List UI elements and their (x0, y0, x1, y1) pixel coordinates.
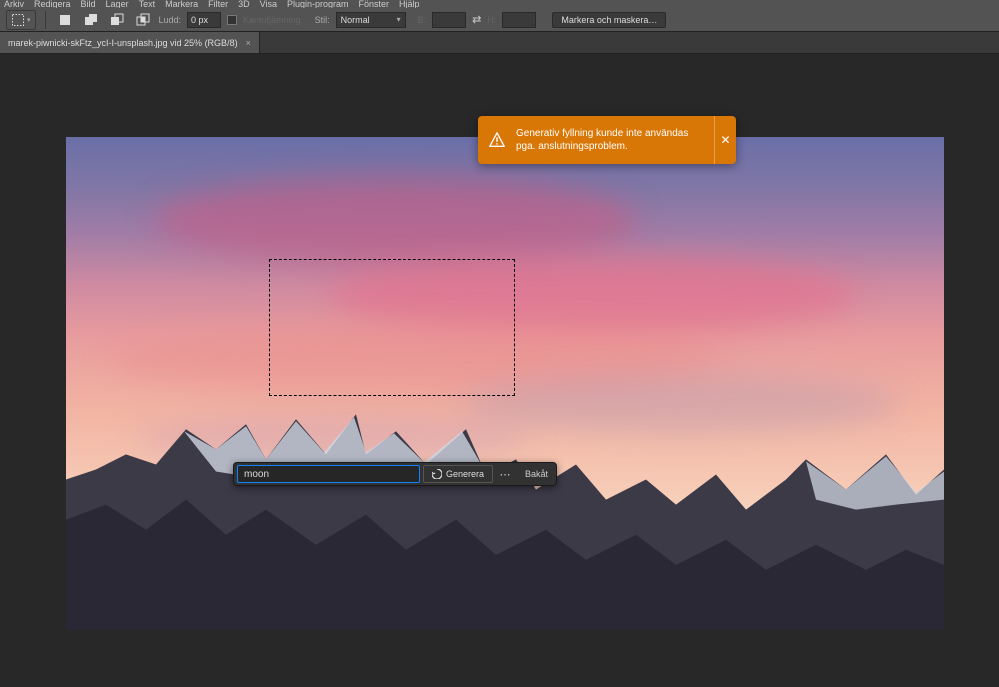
image-mountains (66, 359, 944, 630)
select-and-mask-button[interactable]: Markera och maskera… (552, 12, 666, 28)
width-label: B: (418, 15, 427, 25)
menu-bar: Arkiv Redigera Bild Lager Text Markera F… (0, 0, 999, 8)
selection-new-icon (58, 13, 72, 27)
menu-hjalp[interactable]: Hjälp (399, 0, 420, 8)
style-select[interactable]: Normal (336, 12, 406, 28)
rectangular-marquee-icon (11, 13, 25, 27)
generate-button[interactable]: Generera (423, 465, 493, 483)
options-bar: ▾ Ludd: 0 px Kantutjämning Stil: Normal … (0, 8, 999, 32)
toast-close-button[interactable]: ✕ (714, 116, 736, 164)
image-cloud (154, 176, 637, 265)
document-tab-bar: marek-piwnicki-skFtz_ycI-I-unsplash.jpg … (0, 32, 999, 54)
menu-visa[interactable]: Visa (260, 0, 277, 8)
height-label: H: (487, 15, 496, 25)
width-input (432, 12, 466, 28)
height-input (502, 12, 536, 28)
selection-intersect-icon (136, 13, 150, 27)
chevron-down-icon: ▾ (27, 16, 31, 24)
selection-subtract-icon (110, 13, 124, 27)
anti-alias-checkbox (227, 15, 237, 25)
menu-redigera[interactable]: Redigera (34, 0, 71, 8)
close-tab-icon[interactable]: × (246, 38, 251, 48)
menu-3d[interactable]: 3D (238, 0, 250, 8)
prompt-input[interactable] (237, 465, 420, 483)
vertical-scrollbar[interactable] (994, 54, 999, 687)
more-icon: ⋯ (499, 468, 510, 481)
menu-lager[interactable]: Lager (106, 0, 129, 8)
generate-icon (432, 469, 442, 479)
style-value: Normal (341, 15, 370, 25)
menu-bild[interactable]: Bild (81, 0, 96, 8)
menu-text[interactable]: Text (139, 0, 156, 8)
separator (45, 11, 46, 29)
close-icon: ✕ (720, 133, 730, 147)
swap-icon: ⇄ (472, 13, 481, 26)
tool-preset-picker[interactable]: ▾ (6, 10, 36, 30)
selection-subtract-button[interactable] (107, 10, 127, 30)
menu-fonster[interactable]: Fönster (359, 0, 390, 8)
feather-input[interactable]: 0 px (187, 12, 221, 28)
cancel-button[interactable]: Bakåt (517, 465, 556, 483)
toast-message: Generativ fyllning kunde inte användas p… (516, 127, 700, 154)
feather-label: Ludd: (159, 15, 182, 25)
more-options-button[interactable]: ⋯ (496, 465, 514, 483)
generative-fill-taskbar: Generera ⋯ Bakåt (233, 462, 557, 486)
selection-intersect-button[interactable] (133, 10, 153, 30)
document-tab-title: marek-piwnicki-skFtz_ycI-I-unsplash.jpg … (8, 38, 238, 48)
image-cloud (329, 255, 856, 334)
document-tab[interactable]: marek-piwnicki-skFtz_ycI-I-unsplash.jpg … (0, 32, 260, 53)
selection-add-icon (84, 13, 98, 27)
workspace: Generera ⋯ Bakåt Generativ fyllning kund… (0, 54, 999, 687)
menu-plugin[interactable]: Plugin-program (287, 0, 349, 8)
menu-filter[interactable]: Filter (208, 0, 228, 8)
document-canvas[interactable] (66, 137, 944, 630)
menu-markera[interactable]: Markera (165, 0, 198, 8)
anti-alias-label: Kantutjämning (243, 15, 301, 25)
selection-new-button[interactable] (55, 10, 75, 30)
menu-arkiv[interactable]: Arkiv (4, 0, 24, 8)
selection-add-button[interactable] (81, 10, 101, 30)
error-toast: Generativ fyllning kunde inte användas p… (478, 116, 736, 164)
generate-label: Generera (446, 469, 484, 479)
style-label: Stil: (315, 15, 330, 25)
warning-icon (488, 131, 506, 149)
